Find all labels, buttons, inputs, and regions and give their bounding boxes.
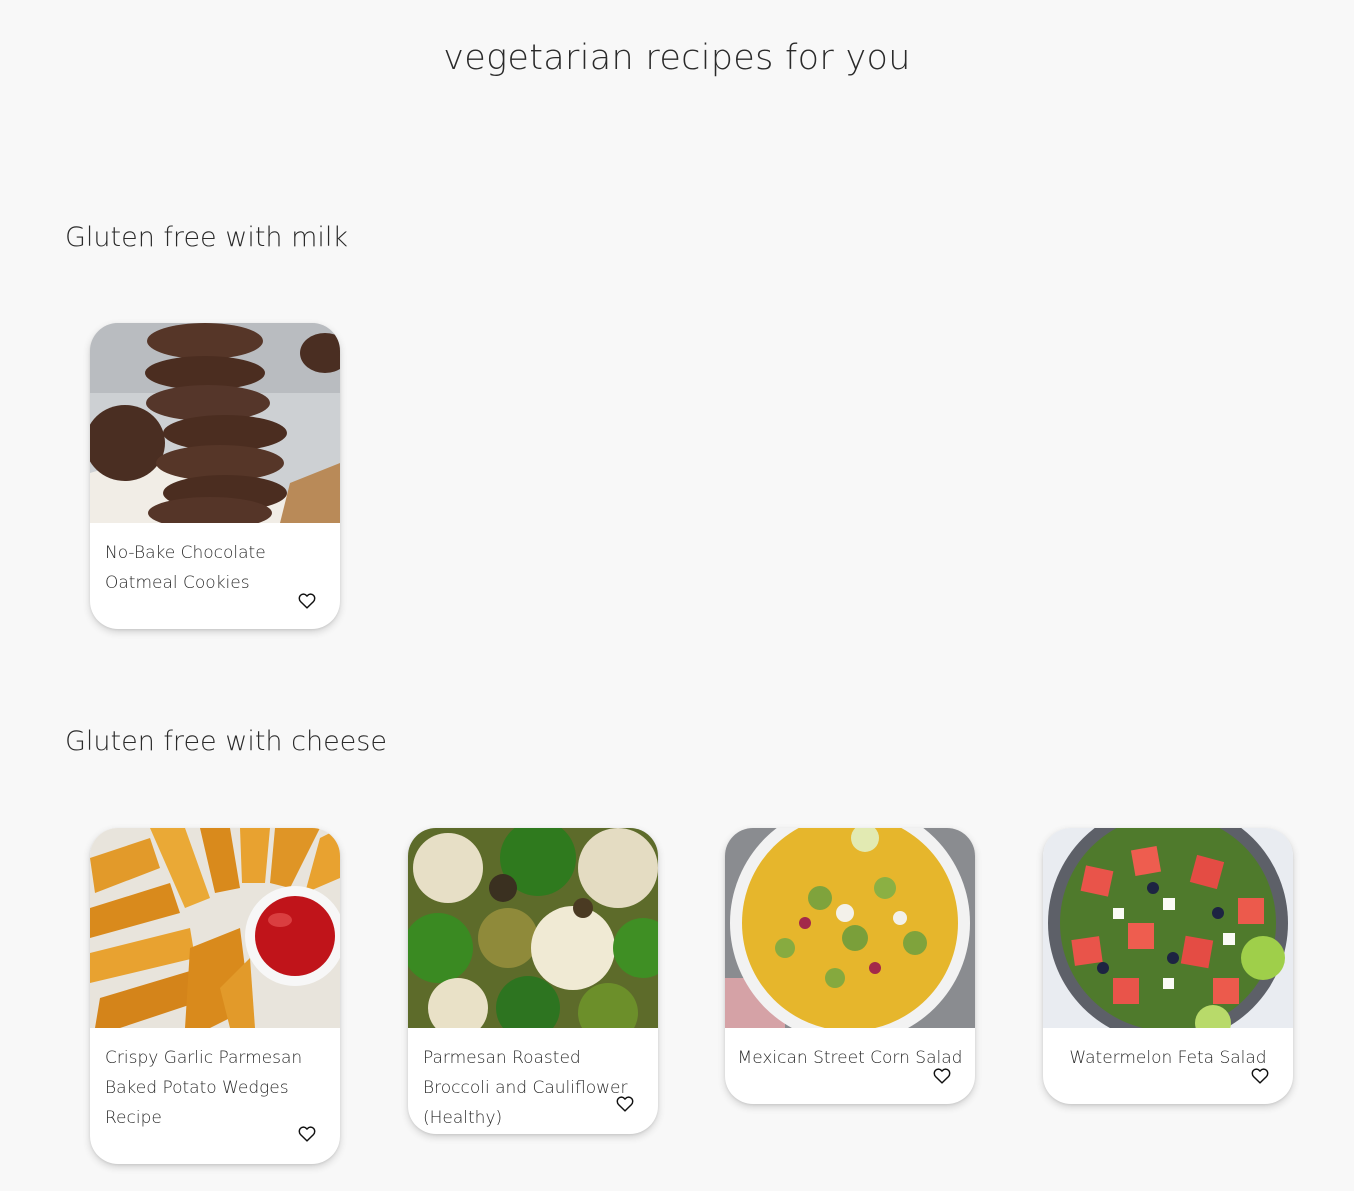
recipe-card[interactable]: Mexican Street Corn Salad [725,828,975,1104]
recipe-card[interactable]: Watermelon Feta Salad [1043,828,1293,1104]
recipe-card[interactable]: No-Bake Chocolate Oatmeal Cookies [90,323,340,629]
recipe-card[interactable]: Parmesan Roasted Broccoli and Cauliflowe… [408,828,658,1134]
recipe-title[interactable]: Watermelon Feta Salad [1043,1028,1293,1073]
recipe-image[interactable] [725,828,975,1028]
heart-outline-icon[interactable] [298,1126,316,1142]
recipe-image[interactable] [1043,828,1293,1028]
heart-outline-icon[interactable] [298,593,316,609]
recipe-image[interactable] [90,828,340,1028]
recipe-title[interactable]: Mexican Street Corn Salad [725,1028,975,1073]
recipe-title[interactable]: Parmesan Roasted Broccoli and Cauliflowe… [408,1028,658,1133]
section-title-gluten-free-with-milk: Gluten free with milk [65,222,349,253]
section-title-gluten-free-with-cheese: Gluten free with cheese [65,726,387,757]
heart-outline-icon[interactable] [933,1068,951,1084]
page: vegetarian recipes for you Gluten free w… [0,0,1354,1191]
heart-outline-icon[interactable] [616,1096,634,1112]
heart-outline-icon[interactable] [1251,1068,1269,1084]
recipe-title[interactable]: No-Bake Chocolate Oatmeal Cookies [90,523,340,598]
page-title: vegetarian recipes for you [443,38,911,78]
recipe-card[interactable]: Crispy Garlic Parmesan Baked Potato Wedg… [90,828,340,1164]
recipe-image[interactable] [408,828,658,1028]
recipe-image[interactable] [90,323,340,523]
recipe-title[interactable]: Crispy Garlic Parmesan Baked Potato Wedg… [90,1028,340,1133]
